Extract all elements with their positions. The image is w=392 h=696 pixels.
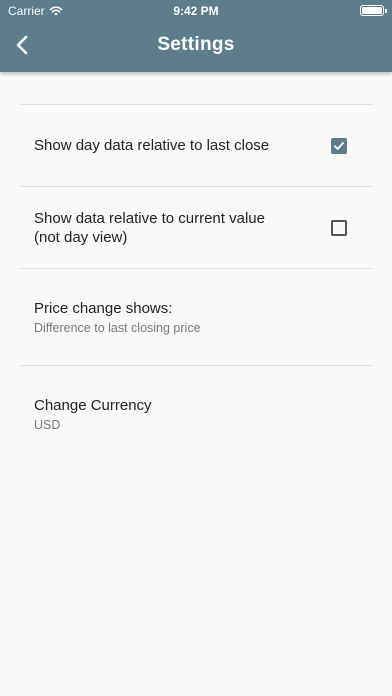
clock: 9:42 PM bbox=[173, 4, 219, 18]
setting-value: Difference to last closing price bbox=[34, 321, 201, 335]
setting-label-line2: (not day view) bbox=[34, 228, 128, 246]
relative-current-value-checkbox[interactable] bbox=[331, 219, 347, 236]
checkmark-icon bbox=[334, 141, 344, 150]
page-title: Settings bbox=[157, 34, 235, 55]
settings-list: Show day data relative to last close Sho… bbox=[0, 72, 392, 462]
setting-label-line1: Show data relative to current value bbox=[34, 209, 265, 227]
battery-icon bbox=[360, 5, 387, 16]
setting-label: Show day data relative to last close bbox=[34, 137, 270, 154]
relative-last-close-checkbox[interactable] bbox=[331, 137, 347, 154]
setting-label: Change Currency bbox=[34, 397, 152, 414]
setting-relative-current-value[interactable]: Show data relative to current value (not… bbox=[0, 187, 392, 268]
app-bar: Carrier 9:42 PM Settings bbox=[0, 0, 392, 72]
setting-currency[interactable]: Change Currency USD bbox=[0, 366, 392, 462]
setting-relative-last-close[interactable]: Show day data relative to last close bbox=[0, 105, 392, 186]
status-bar: Carrier 9:42 PM bbox=[0, 0, 392, 22]
setting-price-change[interactable]: Price change shows: Difference to last c… bbox=[0, 269, 392, 365]
setting-value: USD bbox=[34, 418, 61, 432]
setting-label: Price change shows: bbox=[34, 300, 173, 317]
